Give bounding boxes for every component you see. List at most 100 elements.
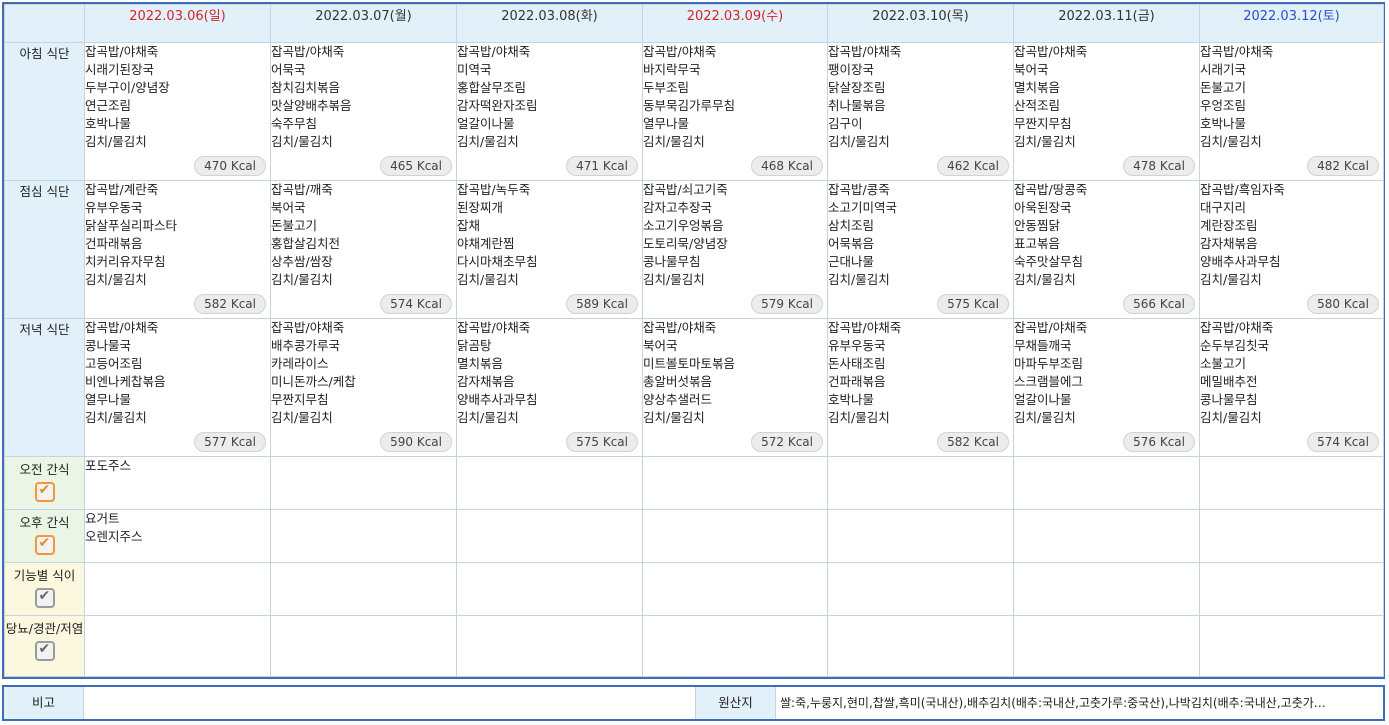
- menu-item: 잡곡밥/야채죽: [271, 44, 345, 59]
- date-header: 2022.03.06(일): [84, 4, 271, 43]
- menu-item: 산적조림: [1014, 98, 1061, 113]
- meal-cell: 잡곡밥/야채죽 순두부김칫국 소불고기 메밀배추전 콩나물무침 김치/물김치 574 Kca…: [1199, 318, 1384, 457]
- menu-item: 콩나물국: [85, 338, 132, 353]
- menu-item: 김치/물김치: [643, 410, 705, 425]
- menu-item: 호박나물: [1200, 116, 1247, 131]
- snack-item: 오렌지주스: [85, 529, 143, 544]
- menu-item: 표고볶음: [1014, 236, 1061, 251]
- menu-item: 잡채: [457, 218, 481, 233]
- meal-cell: 잡곡밥/야채죽 북어국 미트볼토마토볶음 총알버섯볶음 양상추샐러드 김치/물김치 572 …: [642, 318, 828, 457]
- menu-item: 팽이장국: [828, 62, 875, 77]
- menu-item: 김치/물김치: [457, 410, 519, 425]
- extra-cell: [1013, 562, 1200, 616]
- extra-cell: [642, 509, 828, 563]
- extra-row: 기능별 식이: [4, 562, 1384, 616]
- extra-cell: [1013, 509, 1200, 563]
- calorie-badge: 576 Kcal: [1123, 432, 1195, 452]
- menu-item: 상추쌈/쌈장: [271, 254, 333, 269]
- menu-item: 김치/물김치: [457, 134, 519, 149]
- menu-item: 김치/물김치: [85, 410, 147, 425]
- extra-cell: [456, 509, 643, 563]
- checkbox-icon[interactable]: [34, 588, 55, 608]
- calorie-badge: 575 Kcal: [937, 294, 1009, 314]
- extra-cell: [827, 456, 1014, 510]
- menu-item: 근대나물: [828, 254, 875, 269]
- menu-item: 배추콩가루국: [271, 338, 341, 353]
- menu-item: 잡곡밥/쇠고기죽: [643, 182, 728, 197]
- menu-item: 닭곰탕: [457, 338, 492, 353]
- meal-row-label: 점심 식단: [4, 180, 85, 319]
- menu-item: 닭살장조림: [828, 80, 886, 95]
- menu-item: 어묵국: [271, 62, 306, 77]
- extra-cell: [827, 615, 1014, 677]
- menu-item: 마파두부조림: [1014, 356, 1084, 371]
- checkbox-icon[interactable]: [34, 641, 55, 661]
- menu-item: 유부우동국: [828, 338, 886, 353]
- menu-item: 총알버섯볶음: [643, 374, 713, 389]
- menu-item: 김치/물김치: [457, 272, 519, 287]
- menu-item: 양상추샐러드: [643, 392, 713, 407]
- extra-cell: [456, 615, 643, 677]
- menu-item: 김치/물김치: [643, 134, 705, 149]
- menu-item: 건파래볶음: [828, 374, 886, 389]
- extra-cell: [642, 562, 828, 616]
- extra-cell: [1199, 509, 1384, 563]
- menu-item: 맛살양배추볶음: [271, 98, 352, 113]
- menu-item: 고등어조림: [85, 356, 143, 371]
- extra-cell: [84, 615, 271, 677]
- meal-cell: 잡곡밥/야채죽 유부우동국 돈사태조림 건파래볶음 호박나물 김치/물김치 582 Kcal: [827, 318, 1014, 457]
- menu-item: 홍합살무조림: [457, 80, 527, 95]
- menu-item: 시래기국: [1200, 62, 1247, 77]
- date-header: 2022.03.08(화): [456, 4, 643, 43]
- menu-item: 잡곡밥/깨죽: [271, 182, 333, 197]
- menu-item: 잡곡밥/야채죽: [1014, 44, 1088, 59]
- extra-row: 오후 간식 요거트오렌지주스: [4, 509, 1384, 563]
- menu-item: 잡곡밥/야채죽: [457, 44, 531, 59]
- meal-row: 아침 식단 잡곡밥/야채죽 시래기된장국 두부구이/양념장 연근조림 호박나물 김치/물김치…: [4, 42, 1384, 181]
- calorie-badge: 482 Kcal: [1307, 156, 1379, 176]
- menu-item: 양배추사과무침: [457, 392, 538, 407]
- menu-item: 호박나물: [828, 392, 875, 407]
- extra-cell: [827, 562, 1014, 616]
- menu-item: 건파래볶음: [85, 236, 143, 251]
- snack-item: 요거트: [85, 511, 120, 526]
- menu-item: 멸치볶음: [457, 356, 504, 371]
- checkbox-icon[interactable]: [34, 482, 55, 502]
- menu-item: 김치/물김치: [828, 134, 890, 149]
- menu-item: 어묵볶음: [828, 236, 875, 251]
- calorie-badge: 572 Kcal: [751, 432, 823, 452]
- meal-cell: 잡곡밥/야채죽 닭곰탕 멸치볶음 감자채볶음 양배추사과무침 김치/물김치 575 Kcal: [456, 318, 643, 457]
- menu-item: 북어국: [271, 200, 306, 215]
- menu-item: 아욱된장국: [1014, 200, 1072, 215]
- calorie-badge: 577 Kcal: [194, 432, 266, 452]
- menu-item: 홍합살김치전: [271, 236, 341, 251]
- meal-cell: 잡곡밥/야채죽 배추콩가루국 카레라이스 미니돈까스/케찹 무짠지무침 김치/물김치 590…: [270, 318, 457, 457]
- menu-item: 잡곡밥/녹두죽: [457, 182, 531, 197]
- extra-row-label: 오전 간식: [4, 456, 85, 510]
- calorie-badge: 590 Kcal: [380, 432, 452, 452]
- menu-item: 돈불고기: [1200, 80, 1247, 95]
- snack-item: 포도주스: [85, 458, 132, 473]
- menu-item: 열무나물: [643, 116, 690, 131]
- extra-cell: [1013, 615, 1200, 677]
- menu-item: 잡곡밥/야채죽: [643, 44, 717, 59]
- extra-cell: [456, 456, 643, 510]
- extra-row-label-text: 기능별 식이: [13, 568, 76, 583]
- menu-item: 잡곡밥/야채죽: [271, 320, 345, 335]
- calorie-badge: 478 Kcal: [1123, 156, 1195, 176]
- checkbox-icon[interactable]: [34, 535, 55, 555]
- menu-item: 잡곡밥/야채죽: [643, 320, 717, 335]
- extra-cell: [1199, 615, 1384, 677]
- menu-item: 양배추사과무침: [1200, 254, 1281, 269]
- menu-item: 소불고기: [1200, 356, 1247, 371]
- meal-cell: 잡곡밥/야채죽 북어국 멸치볶음 산적조림 무짠지무침 김치/물김치 478 Kcal: [1013, 42, 1200, 181]
- menu-item: 닭살푸실리파스타: [85, 218, 178, 233]
- extra-cell: [642, 456, 828, 510]
- menu-item: 김치/물김치: [1014, 272, 1076, 287]
- menu-item: 숙주맛살무침: [1014, 254, 1084, 269]
- extra-cell: [270, 456, 457, 510]
- weekly-menu-panel: 2022.03.06(일) 2022.03.07(월) 2022.03.08(화) 2…: [2, 2, 1385, 679]
- extra-row-label-text: 오후 간식: [19, 515, 70, 530]
- menu-item: 잡곡밥/땅콩죽: [1014, 182, 1088, 197]
- extra-row-label: 당뇨/경관/저염: [4, 615, 85, 677]
